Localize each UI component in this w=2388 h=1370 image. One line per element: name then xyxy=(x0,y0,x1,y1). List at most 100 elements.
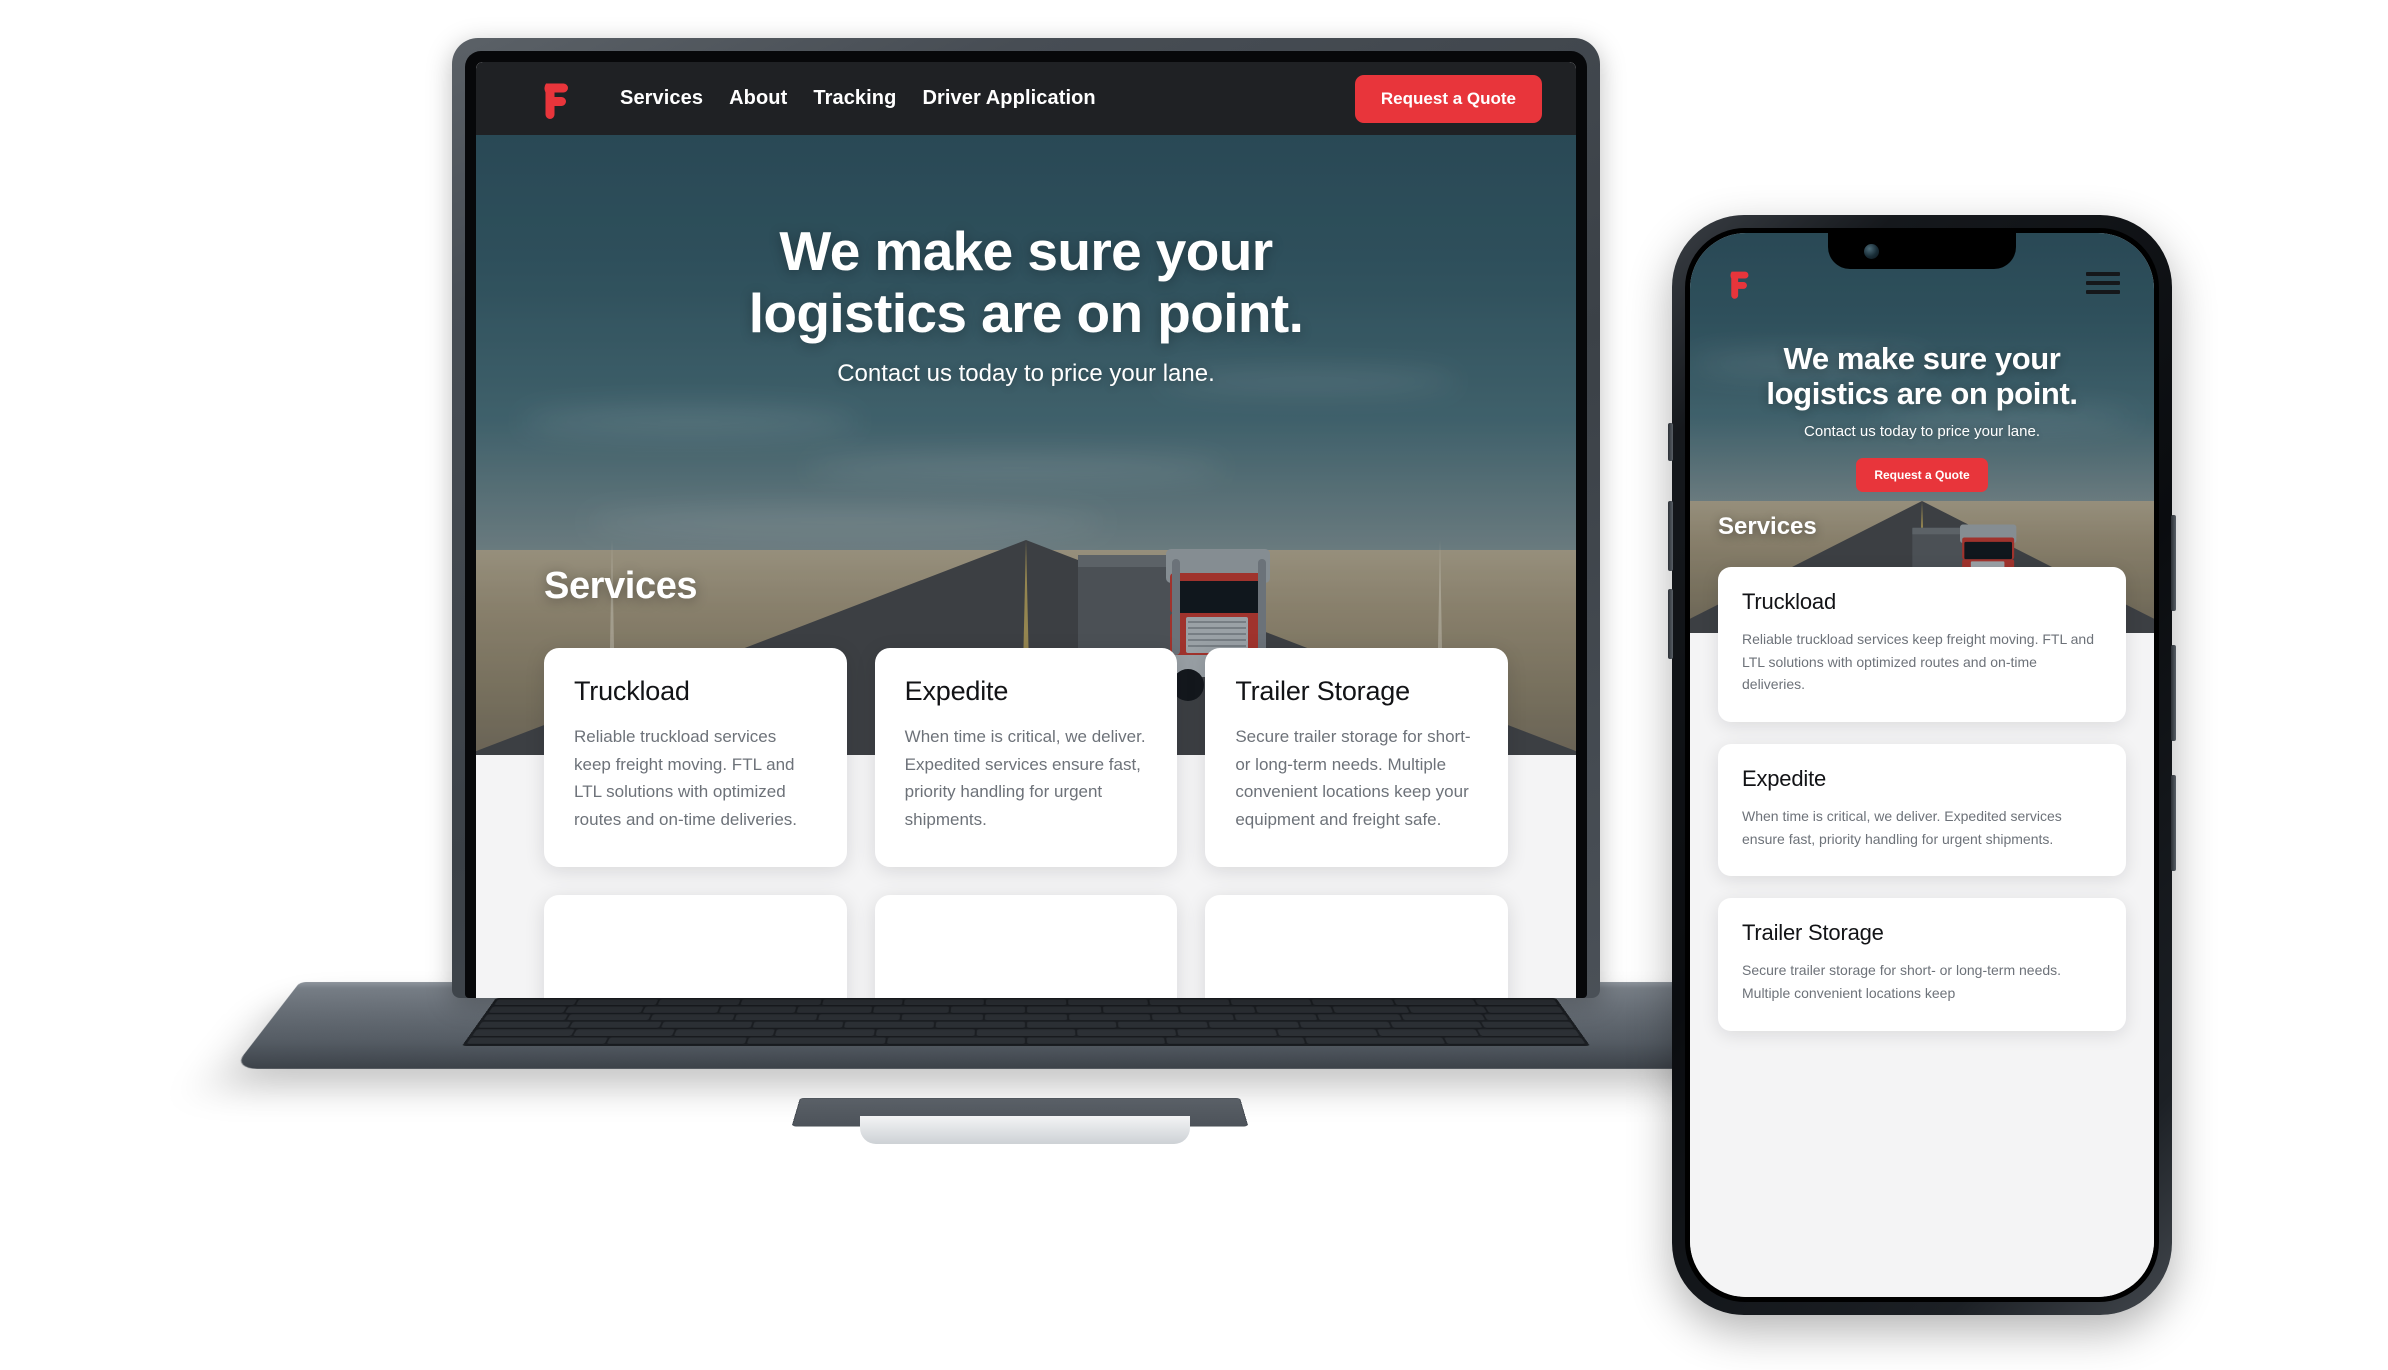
mobile-services-section: Services Truckload Reliable truckload se… xyxy=(1690,513,2154,1031)
key xyxy=(901,1014,984,1021)
keyboard-row xyxy=(488,1006,1564,1014)
service-card-title: Truckload xyxy=(1742,589,1836,614)
key xyxy=(673,1029,775,1037)
key xyxy=(1027,1021,1117,1029)
hero-heading-line-2: logistics are on point. xyxy=(1766,376,2078,412)
key xyxy=(1255,1006,1333,1014)
key xyxy=(950,1006,1025,1014)
service-card-row2[interactable] xyxy=(874,895,1178,998)
service-card-truckload[interactable]: Truckload Reliable truckload services ke… xyxy=(1718,567,2126,723)
mobile-hero-text: We make sure your logistics are on point… xyxy=(1690,341,2154,492)
service-card-trailer-storage[interactable]: Trailer Storage Secure trailer storage f… xyxy=(1205,648,1508,868)
service-card-truckload[interactable]: Truckload Reliable truckload services ke… xyxy=(544,648,847,868)
key xyxy=(1230,999,1313,1006)
key xyxy=(1408,1006,1487,1014)
key xyxy=(1151,1014,1235,1021)
desktop-hero-text: We make sure your logistics are on point… xyxy=(476,220,1576,388)
key xyxy=(1149,999,1231,1006)
laptop-keyboard xyxy=(461,998,1591,1046)
key xyxy=(569,1021,662,1029)
key xyxy=(1305,1037,1446,1045)
key xyxy=(1179,1006,1256,1014)
key xyxy=(1234,1014,1318,1021)
service-card-expedite[interactable]: Expedite When time is critical, we deliv… xyxy=(874,648,1178,868)
phone-inner-frame: We make sure your logistics are on point… xyxy=(1685,228,2159,1302)
key xyxy=(1117,1021,1209,1029)
key xyxy=(1208,1021,1300,1029)
f-logo-icon[interactable] xyxy=(1724,268,1750,299)
hero-subheading: Contact us today to price your lane. xyxy=(837,360,1215,388)
laptop-mockup: Services About Tracking Driver Applicati… xyxy=(232,38,1818,1218)
key xyxy=(873,1006,949,1014)
f-logo-icon[interactable] xyxy=(536,79,570,119)
key xyxy=(477,1021,571,1029)
key xyxy=(1077,1029,1177,1037)
key xyxy=(1299,1021,1392,1029)
hamburger-bar xyxy=(2086,272,2120,276)
nav-link-driver-application[interactable]: Driver Application xyxy=(922,87,1095,110)
keyboard-row xyxy=(493,999,1559,1006)
request-a-quote-button[interactable]: Request a Quote xyxy=(1856,457,1988,492)
keyboard-row xyxy=(466,1037,1586,1045)
key xyxy=(1103,1006,1179,1014)
laptop-bezel: Services About Tracking Driver Applicati… xyxy=(465,51,1587,998)
hero-heading-line-1: We make sure your xyxy=(1783,341,2061,376)
key xyxy=(606,1037,747,1045)
key xyxy=(1390,1021,1483,1029)
key xyxy=(985,999,1067,1006)
hero-heading-line-1: We make sure your xyxy=(779,220,1273,282)
phone-side-button xyxy=(2171,515,2176,611)
phone-side-button xyxy=(2171,645,2176,741)
service-card-trailer-storage[interactable]: Trailer Storage Secure trailer storage f… xyxy=(1718,898,2126,1031)
key xyxy=(843,1021,935,1029)
phone-volume-up-button xyxy=(1668,501,1673,571)
service-card-expedite[interactable]: Expedite When time is critical, we deliv… xyxy=(1718,744,2126,877)
key xyxy=(660,1021,753,1029)
key xyxy=(821,999,903,1006)
phone-mockup: We make sure your logistics are on point… xyxy=(1668,215,2176,1315)
key xyxy=(1317,1014,1402,1021)
key xyxy=(796,1006,873,1014)
nav-link-about[interactable]: About xyxy=(729,87,787,110)
service-card-title: Expedite xyxy=(904,676,1009,706)
key xyxy=(566,1014,652,1021)
request-a-quote-button[interactable]: Request a Quote xyxy=(1354,74,1542,123)
key xyxy=(886,1037,1025,1045)
key xyxy=(976,1029,1076,1037)
key xyxy=(466,1037,609,1045)
device-mockup-stage: Services About Tracking Driver Applicati… xyxy=(0,0,2388,1370)
phone-volume-down-button xyxy=(1668,589,1673,659)
keyboard-row xyxy=(477,1021,1575,1029)
service-card-row2[interactable] xyxy=(1205,895,1508,998)
hamburger-bar xyxy=(2086,281,2120,285)
key xyxy=(935,1021,1025,1029)
key xyxy=(565,1006,644,1014)
key xyxy=(719,1006,797,1014)
key xyxy=(1067,999,1149,1006)
front-camera-icon xyxy=(1864,244,1879,259)
key xyxy=(1166,1037,1306,1045)
key xyxy=(1027,1037,1166,1045)
hero-heading: We make sure your logistics are on point… xyxy=(516,220,1536,344)
phone-mute-switch xyxy=(1668,423,1673,461)
key xyxy=(1177,1029,1278,1037)
hamburger-menu-icon[interactable] xyxy=(2086,272,2120,294)
key xyxy=(493,999,578,1006)
service-card-title: Trailer Storage xyxy=(1742,920,1884,946)
key xyxy=(488,1006,568,1014)
desktop-website: Services About Tracking Driver Applicati… xyxy=(476,62,1576,998)
key xyxy=(1484,1006,1564,1014)
key xyxy=(734,1014,818,1021)
key xyxy=(1393,999,1477,1006)
hamburger-bar xyxy=(2086,290,2120,294)
services-heading: Services xyxy=(1718,513,1817,540)
services-card-grid: Truckload Reliable truckload services ke… xyxy=(544,648,1508,998)
service-card-row2[interactable] xyxy=(544,895,847,998)
nav-link-services[interactable]: Services xyxy=(620,87,703,110)
key xyxy=(1474,999,1559,1006)
nav-link-tracking[interactable]: Tracking xyxy=(813,87,896,110)
phone-side-button xyxy=(2171,775,2176,871)
key xyxy=(1332,1006,1410,1014)
service-card-body: Reliable truckload services keep freight… xyxy=(1742,631,2094,693)
laptop-base-lip xyxy=(860,1116,1190,1144)
